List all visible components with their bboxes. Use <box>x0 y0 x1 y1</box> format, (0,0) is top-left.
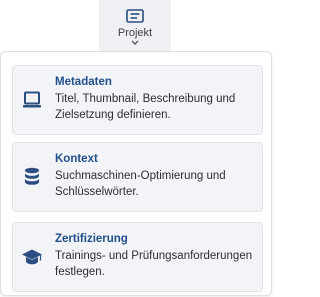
project-menu-label: Projekt <box>117 27 153 39</box>
menu-item-title: Metadaten <box>55 76 112 88</box>
menu-item-kontext[interactable]: Kontext Suchmaschinen-Optimierung und Sc… <box>12 142 263 212</box>
menu-item-description: Suchmaschinen-Optimierung und Schlüsselw… <box>55 170 226 198</box>
graduation-cap-icon <box>21 246 43 268</box>
menu-item-metadaten[interactable]: Metadaten Titel, Thumbnail, Beschreibung… <box>12 65 263 135</box>
menu-item-description: Titel, Thumbnail, Beschreibung und Ziels… <box>55 93 236 121</box>
project-menu-button[interactable]: Projekt <box>99 0 171 51</box>
menu-item-title: Kontext <box>55 153 98 165</box>
menu-item-zertifizierung[interactable]: Zertifizierung Trainings- und Prüfungsan… <box>12 222 263 292</box>
project-dropdown-panel: Metadaten Titel, Thumbnail, Beschreibung… <box>0 51 272 296</box>
top-toolbar: Projekt <box>0 0 274 52</box>
chevron-down-icon <box>131 40 139 45</box>
laptop-icon <box>21 89 43 111</box>
form-icon <box>126 9 144 23</box>
menu-item-description: Trainings- und Prüfungsanforderungen fes… <box>55 250 253 278</box>
menu-item-title: Zertifizierung <box>55 233 128 245</box>
database-icon <box>21 166 43 188</box>
